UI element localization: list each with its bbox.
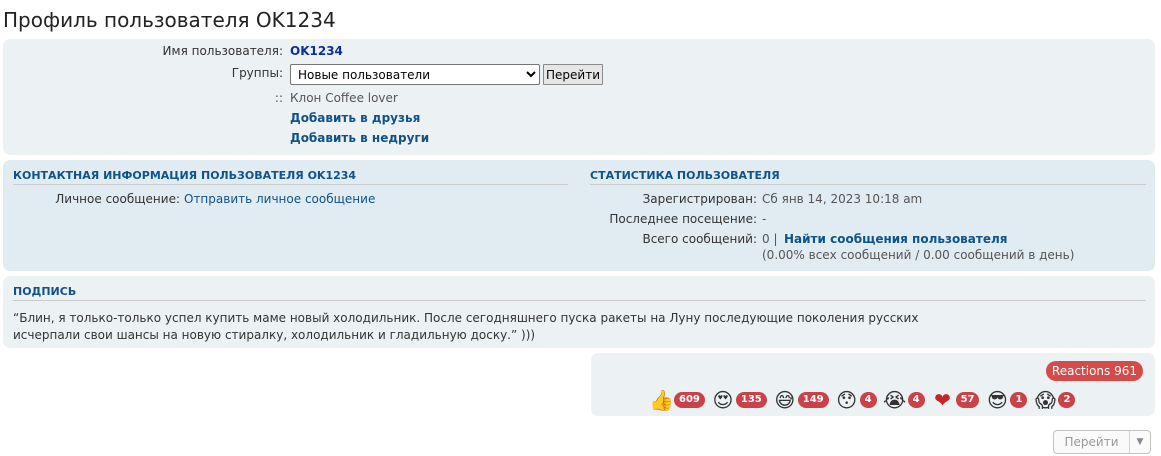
groups-select[interactable]: Новые пользователи [290, 64, 540, 85]
last-visit-value: - [762, 212, 767, 226]
find-posts-link[interactable]: Найти сообщения пользователя [784, 232, 1007, 246]
reaction-count: 4 [907, 392, 925, 408]
registered-label: Зарегистрирован: [642, 192, 757, 206]
reaction-item[interactable]: 😎 1 [985, 388, 1028, 412]
heart-icon: ❤ [934, 388, 951, 412]
reaction-item[interactable]: 😯 4 [835, 388, 877, 412]
reactions-list: 👍 609 😍 135 😅 149 😯 4 😭 4 ❤ 57 😎 1 😱 2 [649, 386, 1081, 414]
sunglasses-icon: 😎 [987, 388, 1008, 412]
add-friend-link[interactable]: Добавить в друзья [290, 111, 420, 125]
reaction-item[interactable]: 👍 609 [649, 388, 705, 412]
signature-text: “Блин, я только-только успел купить маме… [13, 310, 933, 344]
reaction-count: 1 [1010, 392, 1028, 408]
reaction-item[interactable]: 😅 149 [773, 388, 829, 412]
groups-label: Группы: [231, 66, 283, 80]
posts-label: Всего сообщений: [642, 232, 757, 246]
scream-icon: 😱 [1035, 388, 1056, 412]
signature-line-1: “Блин, я только-только успел купить маме… [13, 311, 919, 325]
rank-title: Клон Coffee lover [290, 91, 398, 105]
crying-icon: 😭 [882, 388, 907, 412]
pm-label: Личное сообщение: [55, 192, 180, 206]
stats-header: СТАТИСТИКА ПОЛЬЗОВАТЕЛЯ [590, 169, 1146, 185]
rank-prefix: :: [274, 91, 283, 105]
reaction-count: 609 [674, 392, 705, 408]
signature-header: ПОДПИСЬ [13, 285, 1146, 301]
reaction-item[interactable]: 😍 135 [711, 388, 767, 412]
reaction-item[interactable]: 😭 4 [883, 388, 925, 412]
username-value: OK1234 [290, 44, 343, 58]
send-pm-link[interactable]: Отправить личное сообщение [184, 192, 375, 206]
surprised-icon: 😯 [836, 388, 858, 412]
reaction-count: 4 [859, 392, 877, 408]
reaction-count: 2 [1058, 392, 1076, 408]
username-label: Имя пользователя: [162, 44, 283, 58]
reactions-total-badge[interactable]: Reactions 961 [1045, 361, 1143, 381]
posts-detail: (0.00% всех сообщений / 0.00 сообщений в… [762, 248, 1075, 262]
jump-button-label: Перейти [1054, 431, 1130, 453]
thumbs-up-icon: 👍 [649, 388, 674, 412]
reaction-count: 57 [955, 392, 980, 408]
signature-line-2: исчерпали свои шансы на новую стиралку, … [13, 328, 536, 342]
add-foe-link[interactable]: Добавить в недруги [290, 131, 429, 145]
signature-panel: ПОДПИСЬ “Блин, я только-только успел куп… [3, 276, 1155, 348]
grin-sweat-icon: 😅 [774, 388, 796, 412]
page-title: Профиль пользователя OK1234 [3, 8, 336, 32]
groups-go-button[interactable]: Перейти [543, 64, 603, 85]
reaction-item[interactable]: 😱 2 [1033, 388, 1076, 412]
last-visit-label: Последнее посещение: [609, 212, 757, 226]
reactions-panel: Reactions 961 👍 609 😍 135 😅 149 😯 4 😭 4 ❤ 57 😎 1 😱 2 [591, 353, 1155, 416]
reaction-count: 135 [735, 392, 767, 408]
jump-button[interactable]: Перейти ▼ [1053, 430, 1151, 454]
contact-header: КОНТАКТНАЯ ИНФОРМАЦИЯ ПОЛЬЗОВАТЕЛЯ OK123… [13, 169, 568, 185]
info-panel: КОНТАКТНАЯ ИНФОРМАЦИЯ ПОЛЬЗОВАТЕЛЯ OK123… [3, 160, 1155, 271]
posts-count: 0 | [762, 232, 778, 246]
reaction-item[interactable]: ❤ 57 [931, 388, 980, 412]
reaction-count: 149 [797, 392, 829, 408]
profile-panel: Имя пользователя: OK1234 Группы: Новые п… [3, 39, 1155, 155]
heart-eyes-icon: 😍 [712, 388, 734, 412]
chevron-down-icon[interactable]: ▼ [1130, 437, 1150, 447]
registered-value: Сб янв 14, 2023 10:18 am [762, 192, 923, 206]
